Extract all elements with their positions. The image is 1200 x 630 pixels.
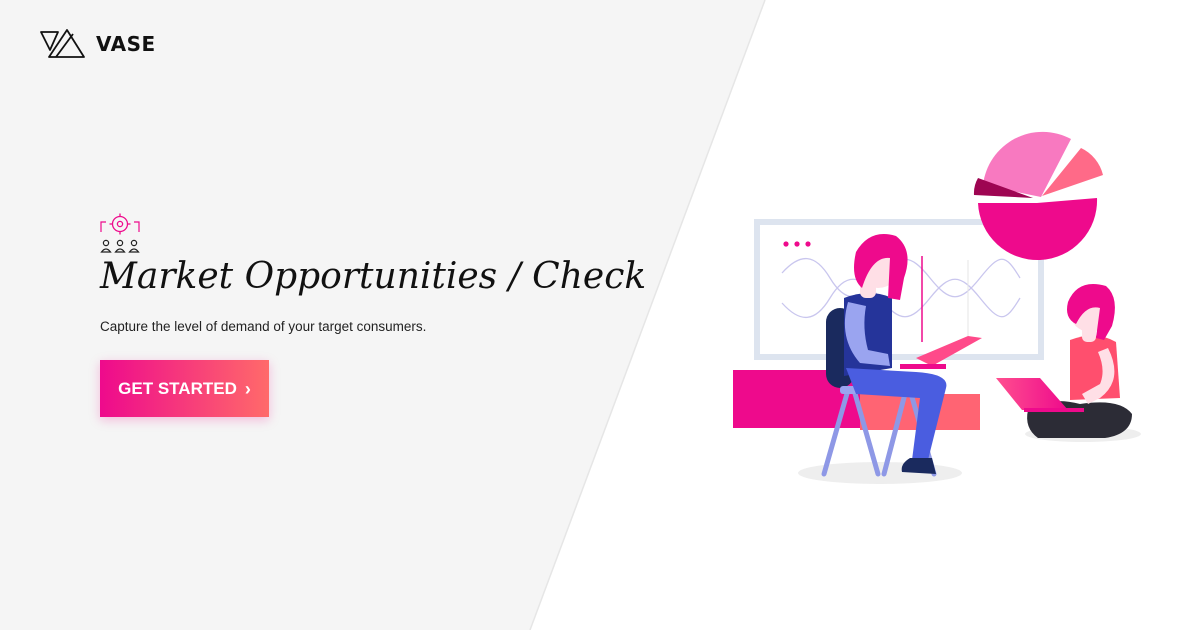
vase-triangles-logo-icon bbox=[40, 29, 85, 58]
brand-logo[interactable]: VASE bbox=[40, 28, 156, 60]
brand-name: VASE bbox=[96, 32, 156, 56]
target-audience-icon bbox=[100, 213, 140, 253]
people-analyzing-data-illustration bbox=[733, 131, 1141, 484]
chevron-right-icon: › bbox=[244, 378, 251, 399]
get-started-button[interactable]: GET STARTED › bbox=[100, 360, 269, 417]
get-started-label: GET STARTED bbox=[118, 378, 237, 398]
page-title: Market Opportunities / Check bbox=[100, 256, 647, 297]
page-subtitle: Capture the level of demand of your targ… bbox=[100, 319, 427, 334]
